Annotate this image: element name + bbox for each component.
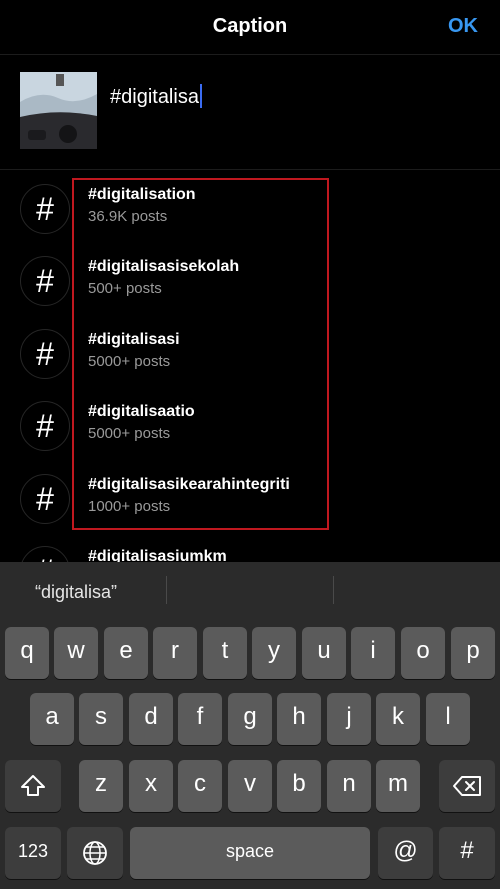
hashtag-name: #digitalisasiumkm <box>88 548 227 562</box>
key-v[interactable]: v <box>228 760 272 812</box>
key-a[interactable]: a <box>30 693 74 745</box>
hashtag-icon: # <box>20 546 70 562</box>
key-u[interactable]: u <box>302 627 346 679</box>
hashtag-suggestion-list: # #digitalisation 36.9K posts # #digital… <box>0 178 500 562</box>
key-m[interactable]: m <box>376 760 420 812</box>
key-p[interactable]: p <box>451 627 495 679</box>
hashtag-post-count: 36.9K posts <box>88 208 168 225</box>
space-key[interactable]: space <box>130 827 370 879</box>
key-q[interactable]: q <box>5 627 49 679</box>
key-z[interactable]: z <box>79 760 123 812</box>
key-g[interactable]: g <box>228 693 272 745</box>
key-k[interactable]: k <box>376 693 420 745</box>
hashtag-post-count: 5000+ posts <box>88 353 171 370</box>
ok-button[interactable]: OK <box>448 15 478 38</box>
key-t[interactable]: t <box>203 627 247 679</box>
key-r[interactable]: r <box>153 627 197 679</box>
globe-icon <box>83 841 107 865</box>
hashtag-name: #digitalisaatio <box>88 403 195 420</box>
page-title: Caption <box>212 15 288 37</box>
caption-input[interactable]: #digitalisa <box>110 84 202 109</box>
keyboard: “digitalisa” q w e r t y u i o p a s d f… <box>0 562 500 889</box>
caption-compose-area: #digitalisa <box>0 55 500 170</box>
key-s[interactable]: s <box>79 693 123 745</box>
hashtag-suggestion-item[interactable]: # #digitalisasisekolah 500+ posts <box>0 250 500 322</box>
delete-icon <box>453 776 481 796</box>
hashtag-suggestion-item[interactable]: # #digitalisasikearahintegriti 1000+ pos… <box>0 468 500 540</box>
key-f[interactable]: f <box>178 693 222 745</box>
globe-key[interactable] <box>67 827 123 879</box>
hashtag-suggestion-item[interactable]: # #digitalisation 36.9K posts <box>0 178 500 250</box>
key-x[interactable]: x <box>129 760 173 812</box>
key-c[interactable]: c <box>178 760 222 812</box>
hashtag-icon: # <box>20 329 70 379</box>
key-l[interactable]: l <box>426 693 470 745</box>
hashtag-icon: # <box>20 474 70 524</box>
hashtag-icon: # <box>20 401 70 451</box>
key-b[interactable]: b <box>277 760 321 812</box>
shift-icon <box>21 775 45 796</box>
key-o[interactable]: o <box>401 627 445 679</box>
key-y[interactable]: y <box>252 627 296 679</box>
at-key[interactable]: @ <box>378 827 433 879</box>
hashtag-suggestion-item[interactable]: # #digitalisasi 5000+ posts <box>0 323 500 395</box>
hashtag-post-count: 5000+ posts <box>88 425 171 442</box>
hashtag-post-count: 1000+ posts <box>88 498 171 515</box>
hashtag-name: #digitalisasikearahintegriti <box>88 476 290 493</box>
key-w[interactable]: w <box>54 627 98 679</box>
caption-text: #digitalisa <box>110 86 199 108</box>
hashtag-post-count: 500+ posts <box>88 280 162 297</box>
hashtag-name: #digitalisation <box>88 186 196 203</box>
hashtag-suggestion-item[interactable]: # #digitalisasiumkm <box>0 540 500 562</box>
predictive-suggestion[interactable]: “digitalisa” <box>35 562 117 612</box>
hashtag-suggestion-item[interactable]: # #digitalisaatio 5000+ posts <box>0 395 500 467</box>
predictive-bar: “digitalisa” <box>0 562 500 612</box>
header-bar: Caption OK <box>0 0 500 55</box>
key-e[interactable]: e <box>104 627 148 679</box>
predictive-divider <box>333 576 334 604</box>
key-n[interactable]: n <box>327 760 371 812</box>
post-thumbnail <box>20 72 97 149</box>
hashtag-name: #digitalisasisekolah <box>88 258 240 275</box>
hashtag-icon: # <box>20 184 70 234</box>
text-caret <box>199 84 202 108</box>
hashtag-icon: # <box>20 256 70 306</box>
numbers-key[interactable]: 123 <box>5 827 61 879</box>
hash-key[interactable]: # <box>439 827 495 879</box>
predictive-divider <box>166 576 167 604</box>
key-i[interactable]: i <box>351 627 395 679</box>
delete-key[interactable] <box>439 760 495 812</box>
shift-key[interactable] <box>5 760 61 812</box>
key-h[interactable]: h <box>277 693 321 745</box>
hashtag-name: #digitalisasi <box>88 331 180 348</box>
key-d[interactable]: d <box>129 693 173 745</box>
key-j[interactable]: j <box>327 693 371 745</box>
